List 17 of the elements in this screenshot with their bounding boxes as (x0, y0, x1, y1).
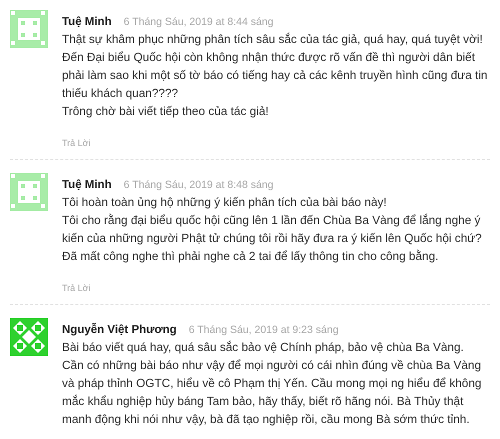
reply-link[interactable]: Trả Lời (62, 283, 91, 293)
avatar-icon (10, 10, 48, 48)
comment-text: Tôi hoàn toàn ủng hộ những ý kiến phân tích của bài báo này! (62, 194, 388, 211)
comment-text: Tôi cho rằng đại biểu quốc hội cũng lên 1 lần đến Chùa Ba Vàng để lắng nghe ý kiến của những người Phật tử chúng tôi rồi hãy đưa ra ý kiến lên Quốc hội chứ? (62, 212, 483, 247)
comment-date: 6 Tháng Sáu, 2019 at 8:48 sáng (124, 179, 274, 191)
comment-text: Đã mất công nghe thì phải nghe cả 2 tai để lấy thông tin cho công bằng. (62, 248, 440, 265)
author-name: Tuệ Minh (62, 16, 112, 28)
comment-text: Thật sự khâm phục những phân tích sâu sắc của tác giả, quá hay, quá tuyệt vời! Đến Đại biểu Quốc hội còn không nhận thức được rõ vấn đề thì người dân biết phải làm sao khi một số tờ báo có tiếng hay cả các kênh truyền hình cũng đưa tin thiếu khách quan???? (62, 31, 488, 102)
author-name: Nguyễn Việt Phương (62, 324, 177, 336)
comment-text: Bài báo viết quá hay, quá sâu sắc bảo vệ Chính pháp, bảo vệ chùa Ba Vàng. Cần có những bài báo như vậy để mọi người có cái nhìn đúng về chùa Ba Vàng và pháp thỉnh OGTC, hiểu về cô Phạm thị Yến. Cầu mong mọi ng hiểu để không mắc khẩu nghiệp hủy báng Tam bảo, hãy thấy, biết rõ hãng nói. Bà Thủy thật manh động khi nói như vậy, bà đã tạo nghiệp rồi, cầu mong Bà sớm thức tỉnh. (62, 339, 482, 428)
comment-date: 6 Tháng Sáu, 2019 at 9:23 sáng (188, 324, 339, 336)
author-name: Tuệ Minh (62, 179, 112, 191)
avatar-icon (10, 318, 48, 356)
comment-text: Trông chờ bài viết tiếp theo của tác giả! (62, 103, 270, 120)
reply-link[interactable]: Trả Lời (62, 138, 91, 148)
avatar-icon (10, 173, 48, 211)
comment-date: 6 Tháng Sáu, 2019 at 8:44 sáng (124, 16, 274, 28)
